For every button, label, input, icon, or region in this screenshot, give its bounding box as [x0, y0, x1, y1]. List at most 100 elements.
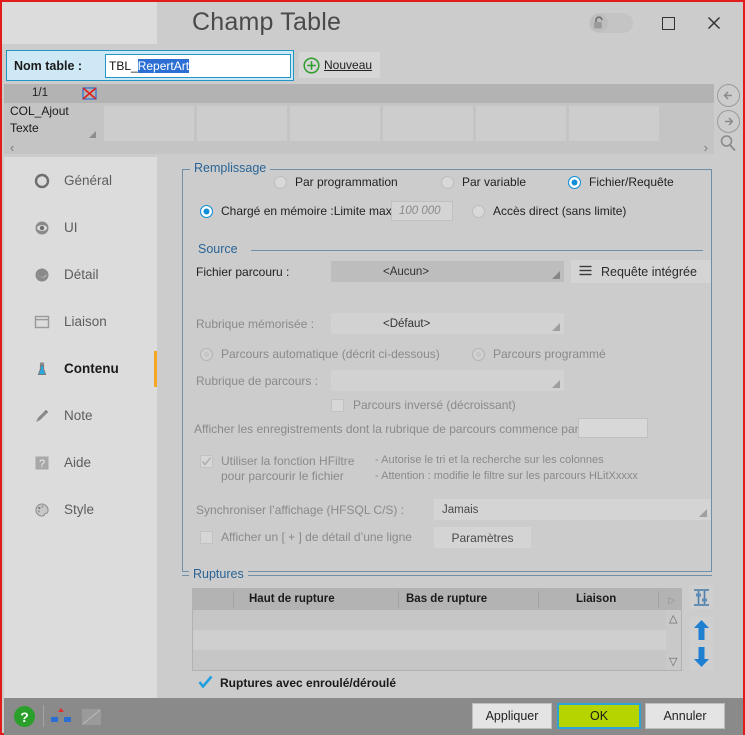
- lock-toggle[interactable]: [589, 13, 633, 33]
- ruptures-legend: Ruptures: [189, 567, 248, 581]
- radio-parcours-automatique[interactable]: [200, 348, 213, 361]
- enroule-deroule-label: Ruptures avec enroulé/déroulé: [220, 676, 397, 690]
- chevron-down-icon: [552, 271, 560, 279]
- close-button[interactable]: [699, 8, 729, 38]
- dialog-window: Champ Table Nom table : TBL_ RepertArt N…: [0, 0, 745, 735]
- ruptures-table-header: Haut de rupture Bas de rupture Liaison ▷: [193, 589, 681, 610]
- detail-ligne-label: Afficher un [ + ] de détail d’une ligne: [221, 530, 412, 544]
- chevron-left-icon[interactable]: ‹: [10, 140, 14, 155]
- limite-max-input[interactable]: 100 000: [391, 201, 453, 221]
- plus-circle-icon: [303, 56, 320, 74]
- diagram-button[interactable]: [50, 707, 72, 728]
- sidebar-item-aide[interactable]: ? Aide: [4, 439, 157, 486]
- rubrique-de-parcours-combo[interactable]: [331, 370, 564, 391]
- radio-parcours-programme[interactable]: [472, 348, 485, 361]
- table-name-box: Nom table : TBL_ RepertArt: [6, 50, 294, 81]
- table-preview-cell[interactable]: [569, 106, 659, 141]
- hfiltre-note-2: - Attention : modifie le filtre sur les …: [375, 470, 638, 482]
- sidebar-item-general[interactable]: Général: [4, 157, 157, 204]
- arrow-right-circle-icon[interactable]: [717, 110, 740, 133]
- sidebar-item-ui[interactable]: UI: [4, 204, 157, 251]
- table-row[interactable]: [193, 630, 681, 650]
- parametres-button[interactable]: Paramètres: [434, 527, 531, 548]
- window-icon: [34, 314, 56, 330]
- table-preview-cell[interactable]: [290, 106, 380, 141]
- no-image-icon: [82, 86, 97, 104]
- radio-charge-en-memoire[interactable]: [200, 205, 213, 218]
- hfiltre-note-1: - Autorise le tri et la recherche sur le…: [375, 454, 604, 466]
- new-button[interactable]: Nouveau: [299, 52, 381, 78]
- column-header-haut-de-rupture[interactable]: Haut de rupture: [249, 593, 335, 605]
- commence-par-input[interactable]: [578, 418, 648, 438]
- magnifier-icon[interactable]: [719, 134, 738, 156]
- detail-ligne-checkbox[interactable]: [200, 531, 213, 544]
- sidebar-item-detail[interactable]: Détail: [4, 251, 157, 298]
- synchroniser-label: Synchroniser l’affichage (HFSQL C/S) :: [196, 503, 405, 517]
- requete-integree-button[interactable]: Requête intégrée: [571, 260, 711, 283]
- radio-parcours-programme-label: Parcours programmé: [493, 347, 606, 361]
- appliquer-button[interactable]: Appliquer: [472, 703, 552, 729]
- record-counter: 1/1: [32, 87, 48, 99]
- parametres-button-label: Paramètres: [451, 530, 514, 545]
- enroule-deroule-checkbox[interactable]: [198, 675, 213, 693]
- table-preview-hscrollbar[interactable]: ‹ ›: [4, 140, 714, 155]
- chevron-right-small-icon[interactable]: ▷: [668, 595, 675, 606]
- table-preview-cell[interactable]: [476, 106, 566, 141]
- table-name-input[interactable]: TBL_ RepertArt: [105, 54, 291, 78]
- sidebar-item-style[interactable]: Style: [4, 486, 157, 533]
- table-preview-cell[interactable]: [383, 106, 473, 141]
- fichier-parcouru-combo[interactable]: <Aucun>: [331, 261, 564, 282]
- table-name-prefix: TBL_: [109, 59, 138, 73]
- synchroniser-combo[interactable]: Jamais: [434, 499, 711, 520]
- table-row[interactable]: [193, 610, 681, 630]
- ruptures-table[interactable]: Haut de rupture Bas de rupture Liaison ▷…: [192, 588, 682, 671]
- sidebar: Général UI Détail Liaison Contenu Note ?…: [4, 157, 157, 698]
- maximize-icon: [661, 16, 675, 30]
- column-header-liaison[interactable]: Liaison: [576, 593, 616, 605]
- ruptures-settings-button[interactable]: [689, 585, 713, 609]
- radio-fichier-requete[interactable]: [568, 176, 581, 189]
- ok-button-label: OK: [589, 709, 609, 723]
- radio-acces-direct[interactable]: [472, 205, 485, 218]
- radio-par-programmation-label: Par programmation: [295, 175, 398, 189]
- ruptures-group: Ruptures: [182, 567, 712, 581]
- sidebar-item-contenu[interactable]: Contenu: [4, 345, 157, 392]
- ok-button[interactable]: OK: [557, 703, 641, 729]
- rubrique-memorisee-combo[interactable]: <Défaut>: [331, 313, 564, 334]
- footer-divider: [43, 705, 44, 727]
- fichier-parcouru-label: Fichier parcouru :: [196, 265, 290, 279]
- chevron-right-icon[interactable]: ›: [704, 140, 708, 155]
- maximize-button[interactable]: [653, 8, 683, 38]
- footer-bar: ? Appliquer OK Annuler: [4, 698, 743, 735]
- chevron-up-icon[interactable]: △: [669, 612, 677, 625]
- sidebar-item-note[interactable]: Note: [4, 392, 157, 439]
- radio-fichier-requete-label: Fichier/Requête: [589, 175, 674, 189]
- help-button[interactable]: ?: [14, 706, 35, 727]
- eye-icon: [34, 220, 56, 236]
- sidebar-item-label: UI: [64, 220, 78, 235]
- source-legend: Source: [194, 242, 242, 256]
- detail-circle-icon: [34, 267, 56, 283]
- flask-icon: [34, 361, 56, 377]
- move-down-button[interactable]: [689, 644, 713, 670]
- move-up-button[interactable]: [689, 617, 713, 643]
- table-row[interactable]: [193, 650, 681, 670]
- sidebar-item-label: Liaison: [64, 314, 107, 329]
- hfiltre-checkbox[interactable]: [200, 455, 213, 468]
- radio-par-variable[interactable]: [441, 176, 454, 189]
- parcours-inverse-checkbox[interactable]: [331, 399, 344, 412]
- annuler-button[interactable]: Annuler: [645, 703, 725, 729]
- table-preview-column-0[interactable]: COL_Ajout Texte: [4, 103, 102, 141]
- ruptures-scrollbar[interactable]: △ ▽: [666, 610, 681, 670]
- radio-par-programmation[interactable]: [274, 176, 287, 189]
- arrow-left-circle-icon[interactable]: [717, 84, 740, 107]
- resize-handle-icon[interactable]: [89, 131, 96, 138]
- table-preview-cell[interactable]: [104, 106, 194, 141]
- lock-open-icon: [594, 16, 603, 29]
- column-header-bas-de-rupture[interactable]: Bas de rupture: [406, 593, 487, 605]
- sidebar-item-liaison[interactable]: Liaison: [4, 298, 157, 345]
- preview-navigation: [716, 82, 743, 156]
- preview-column-type: Texte: [10, 121, 39, 135]
- chevron-down-icon[interactable]: ▽: [669, 655, 677, 668]
- table-preview-cell[interactable]: [197, 106, 287, 141]
